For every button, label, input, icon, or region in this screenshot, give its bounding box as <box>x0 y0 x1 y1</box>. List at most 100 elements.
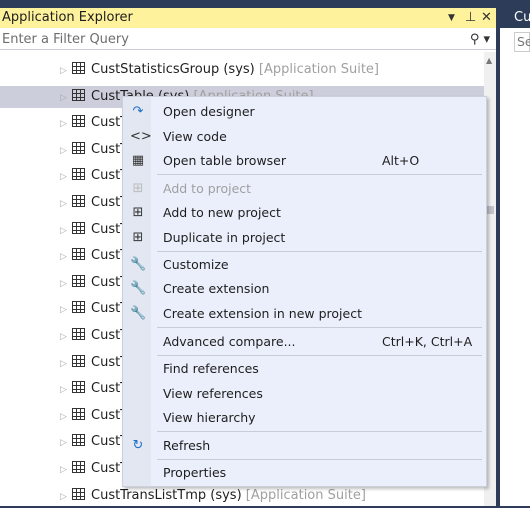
wrench-icon: 🔧 <box>130 257 147 272</box>
context-menu: ↷ Open designer <> View code ▦ Open table bro… <box>122 96 487 487</box>
expand-arrow-icon[interactable]: ▷ <box>60 193 70 215</box>
tree-item[interactable]: ▷ CustTransListTmp (sys) [Application Sui… <box>60 485 366 507</box>
tree-item[interactable]: ▷ CustT <box>60 192 128 214</box>
expand-arrow-icon[interactable]: ▷ <box>60 87 70 109</box>
close-icon[interactable]: ✕ <box>481 8 492 28</box>
add-to-project-icon: ⊞ <box>132 181 144 196</box>
expand-arrow-icon[interactable]: ▷ <box>60 379 70 401</box>
menu-item-duplicate-in-project[interactable]: ⊞ Duplicate in project <box>123 226 486 250</box>
expand-arrow-icon[interactable]: ▷ <box>60 60 70 82</box>
menu-item-add-to-new-project[interactable]: ⊞ Add to new project <box>123 201 486 225</box>
pin-icon[interactable]: ⊥ <box>465 8 476 28</box>
tree-item[interactable]: ▷ CustT <box>60 272 128 294</box>
tree-item[interactable]: ▷ CustT <box>60 352 128 374</box>
expand-arrow-icon[interactable]: ▷ <box>60 432 70 454</box>
add-to-new-project-icon: ⊞ <box>132 205 144 220</box>
tree-item[interactable]: ▷ CustT <box>60 165 128 187</box>
menu-item-label: Customize <box>163 257 229 272</box>
filter-input[interactable]: Enter a Filter Query ⚲ ▾ <box>0 29 496 50</box>
expand-arrow-icon[interactable]: ▷ <box>60 459 70 481</box>
tree-item[interactable]: ▷ CustT <box>60 458 128 480</box>
tree-item[interactable]: ▷ CustT <box>60 245 128 267</box>
menu-separator <box>157 251 482 252</box>
table-icon <box>72 141 85 154</box>
expand-arrow-icon[interactable]: ▷ <box>60 353 70 375</box>
menu-item-advanced-compare[interactable]: Advanced compare... Ctrl+K, Ctrl+A <box>123 330 486 354</box>
wrench-plus-icon: 🔧 <box>130 306 147 321</box>
expand-arrow-icon[interactable]: ▷ <box>60 166 70 188</box>
expand-arrow-icon[interactable]: ▷ <box>60 273 70 295</box>
table-icon: ▦ <box>131 153 145 168</box>
table-icon <box>72 434 85 447</box>
tree-item[interactable]: ▷ CustT <box>60 405 128 427</box>
menu-item-open-designer[interactable]: ↷ Open designer <box>123 100 486 124</box>
menu-separator <box>157 174 482 175</box>
wrench-plus-icon: 🔧 <box>130 281 147 296</box>
filter-placeholder: Enter a Filter Query <box>2 32 129 47</box>
expand-arrow-icon[interactable]: ▷ <box>60 246 70 268</box>
item-owner: (sys) <box>223 62 255 77</box>
expand-arrow-icon[interactable]: ▷ <box>60 113 70 135</box>
tree-item[interactable]: ▷ CustT <box>60 112 128 134</box>
table-icon <box>72 195 85 207</box>
menu-item-add-to-project[interactable]: ⊞ Add to project <box>123 177 486 201</box>
table-icon <box>72 461 85 473</box>
menu-item-create-extension-in-new-project[interactable]: 🔧 Create extension in new project <box>123 302 486 326</box>
menu-item-customize[interactable]: 🔧 Customize <box>123 253 486 277</box>
tree-item[interactable]: ▷ CustT <box>60 325 128 347</box>
dropdown-icon[interactable]: ▼ <box>448 8 455 28</box>
menu-item-label: Create extension <box>163 281 270 296</box>
table-icon <box>72 381 85 394</box>
table-icon <box>72 301 85 314</box>
menu-item-view-hierarchy[interactable]: View hierarchy <box>123 406 486 430</box>
code-icon: <> <box>130 129 152 144</box>
table-icon <box>72 328 85 340</box>
tree-item[interactable]: ▷ CustT <box>60 219 128 241</box>
menu-item-create-extension[interactable]: 🔧 Create extension <box>123 277 486 301</box>
menu-separator <box>157 327 482 328</box>
menu-item-label: Add to project <box>163 181 252 196</box>
menu-item-open-table-browser[interactable]: ▦ Open table browser Alt+O <box>123 149 486 173</box>
menu-separator <box>157 459 482 460</box>
expand-arrow-icon[interactable]: ▷ <box>60 486 70 508</box>
table-icon <box>72 62 85 74</box>
duplicate-icon: ⊞ <box>132 230 144 245</box>
expand-arrow-icon[interactable]: ▷ <box>60 406 70 428</box>
right-panel-search[interactable]: Se <box>514 32 530 52</box>
menu-item-label: View hierarchy <box>163 410 256 425</box>
menu-item-shortcut: Alt+O <box>382 153 420 168</box>
refresh-icon: ↻ <box>132 438 144 453</box>
table-icon <box>72 115 85 128</box>
menu-item-find-references[interactable]: Find references <box>123 357 486 381</box>
search-icon[interactable]: ⚲ ▾ <box>470 29 490 50</box>
table-icon <box>72 274 85 287</box>
menu-item-label: View code <box>163 129 227 144</box>
menu-item-view-code[interactable]: <> View code <box>123 125 486 149</box>
item-model: [Application Suite] <box>258 62 379 77</box>
expand-arrow-icon[interactable]: ▷ <box>60 220 70 242</box>
expand-arrow-icon[interactable]: ▷ <box>60 140 70 162</box>
menu-item-view-references[interactable]: View references <box>123 382 486 406</box>
table-icon <box>72 221 85 234</box>
tree-item[interactable]: ▷ CustT <box>60 298 128 320</box>
menu-item-label: Advanced compare... <box>163 334 296 349</box>
tree-item[interactable]: ▷ CustT <box>60 431 128 453</box>
menu-item-label: View references <box>163 386 263 401</box>
menu-item-label: Add to new project <box>163 205 281 220</box>
menu-item-refresh[interactable]: ↻ Refresh <box>123 434 486 458</box>
table-icon <box>72 168 85 181</box>
tree-item[interactable]: ▷ CustT <box>60 378 128 400</box>
scroll-up-icon[interactable]: ▲ <box>486 56 492 65</box>
expand-arrow-icon[interactable]: ▷ <box>60 326 70 348</box>
item-owner: (sys) <box>210 487 242 503</box>
expand-arrow-icon[interactable]: ▷ <box>60 299 70 321</box>
menu-item-label: Open designer <box>163 104 255 119</box>
table-icon <box>72 88 85 101</box>
menu-item-label: Find references <box>163 361 259 376</box>
item-name: CustTransListTmp <box>91 487 207 503</box>
tree-item[interactable]: ▷ CustT <box>60 139 128 161</box>
scroll-thumb[interactable] <box>487 206 494 214</box>
item-model: [Application Suite] <box>245 487 366 503</box>
menu-item-properties[interactable]: Properties <box>123 461 486 485</box>
tree-item[interactable]: ▷ CustStatisticsGroup (sys) [Application … <box>60 59 379 81</box>
